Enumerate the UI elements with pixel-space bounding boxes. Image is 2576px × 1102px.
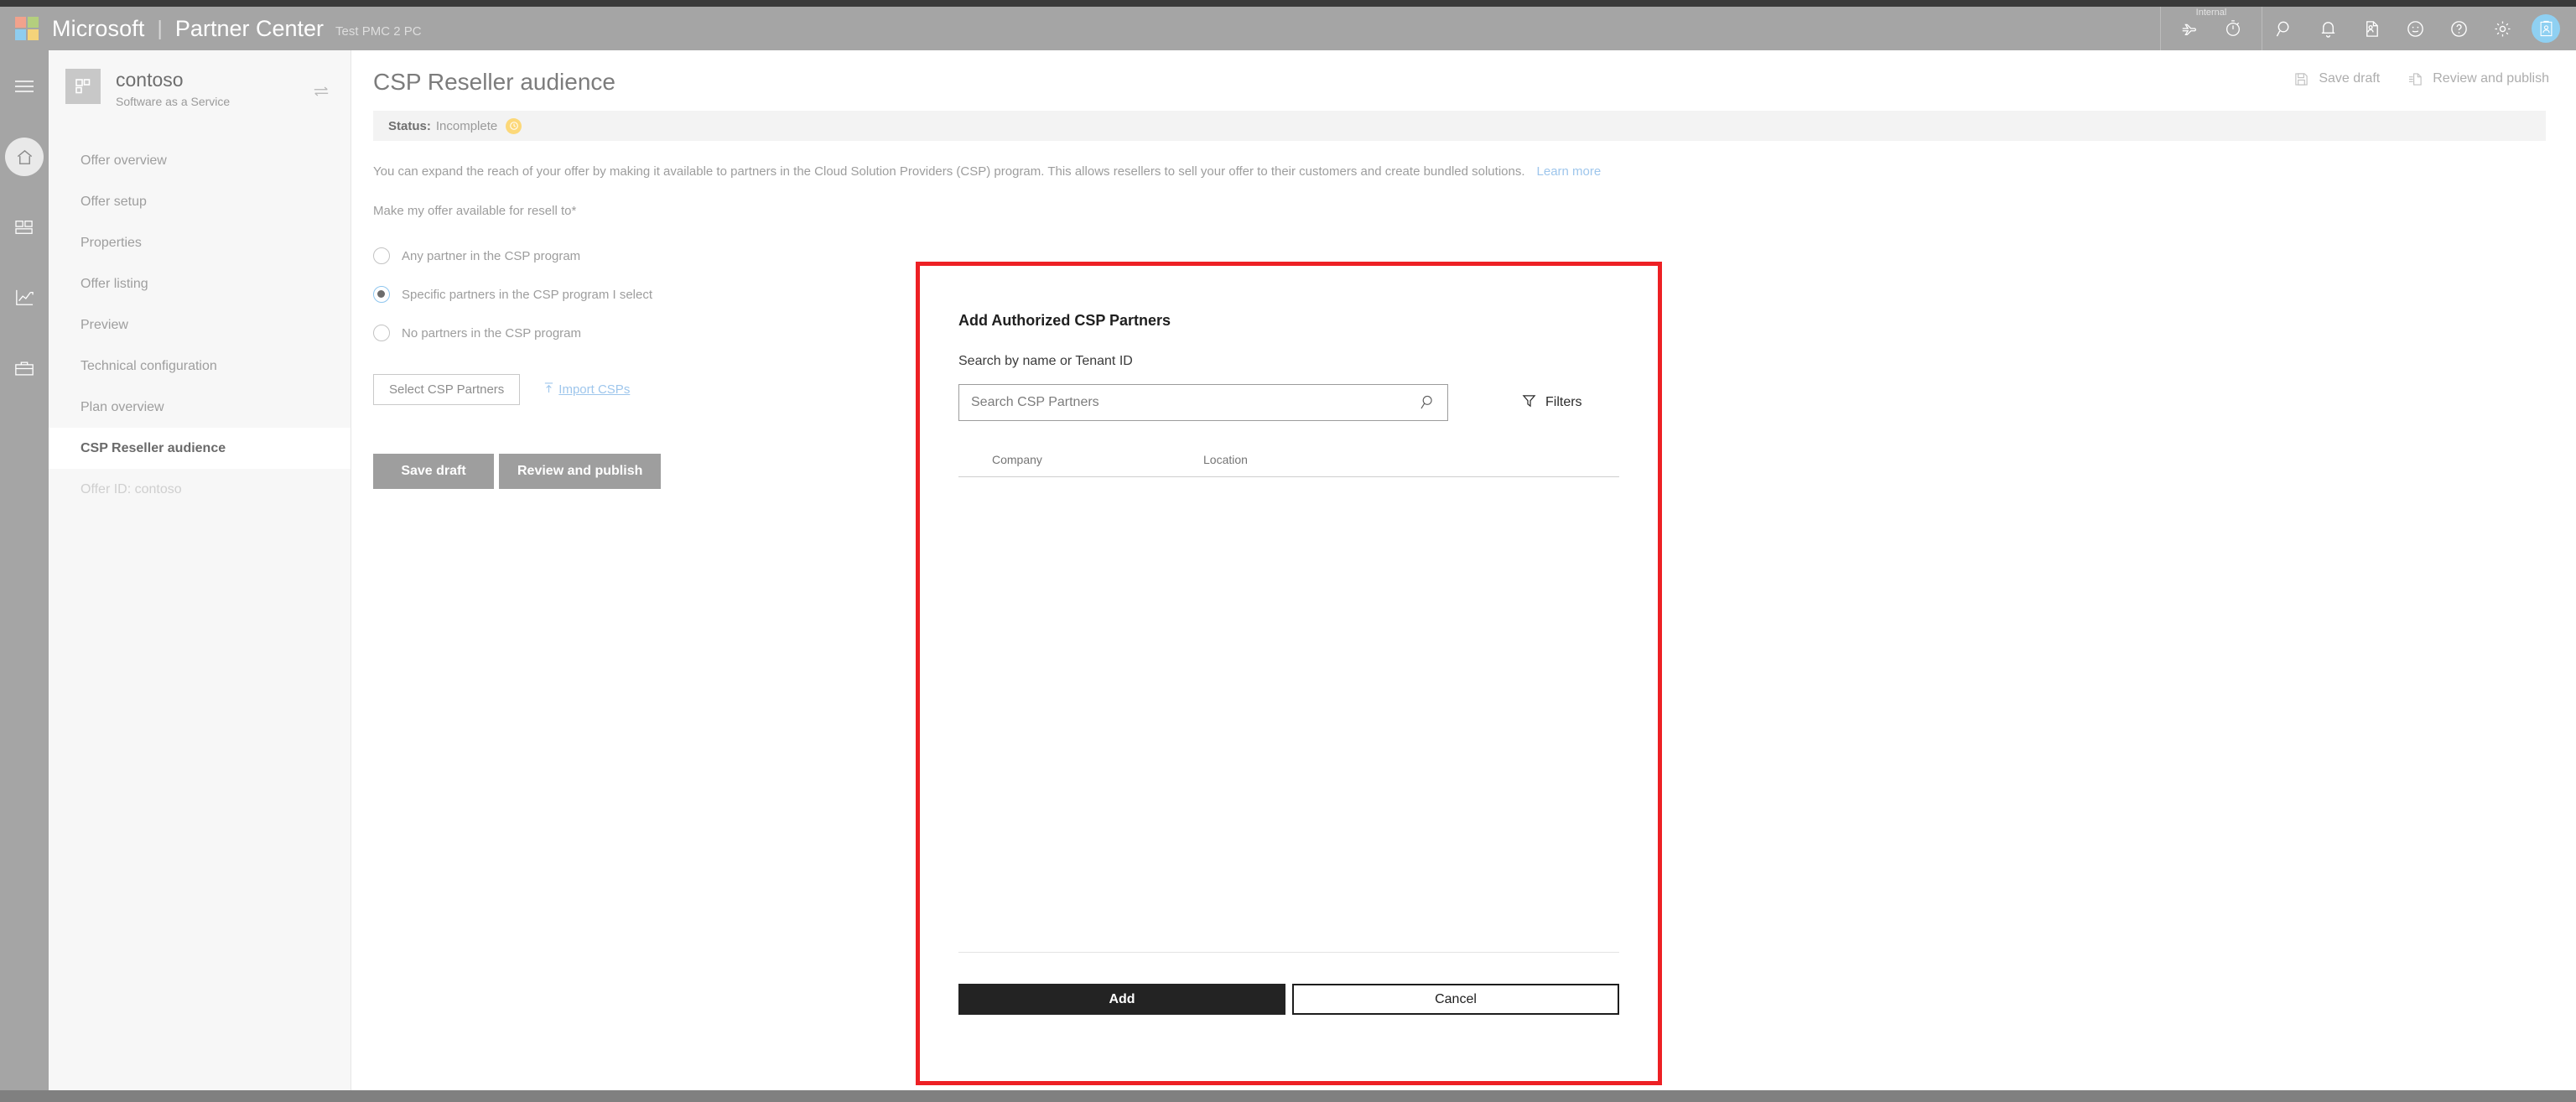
suite-bar: Microsoft | Partner Center Test PMC 2 PC… [0,7,2576,50]
internal-tools-group: Internal [2160,7,2262,50]
offer-type: Software as a Service [116,95,231,109]
save-draft-button[interactable]: Save draft [373,454,494,489]
offer-meta: contoso Software as a Service [116,69,230,108]
clock-icon [506,117,522,134]
intro-text: You can expand the reach of your offer b… [373,164,1525,179]
dialog-title: Add Authorized CSP Partners [958,312,1171,329]
add-csp-partners-dialog: Add Authorized CSP Partners Search by na… [920,266,1658,1081]
search-icon[interactable] [2262,7,2306,50]
radio-any-partner-control[interactable] [373,247,390,264]
select-csp-partners-button[interactable]: Select CSP Partners [373,374,521,405]
page-title: CSP Reseller audience [373,69,615,95]
add-csp-partners-dialog-annotation: Add Authorized CSP Partners Search by na… [916,262,1662,1085]
home-icon [5,138,44,176]
avatar-icon [2532,14,2560,43]
sidebar-item-plan-overview[interactable]: Plan overview [49,387,351,428]
swap-icon[interactable] [313,86,330,101]
save-draft-header-button[interactable]: Save draft [2294,71,2380,86]
page-header-actions: Save draft Review and publish [2294,71,2549,86]
search-box[interactable] [958,384,1448,421]
dashboard-icon[interactable] [0,203,49,252]
sidebar-item-offer-overview[interactable]: Offer overview [49,140,351,181]
environment-label: Test PMC 2 PC [335,23,422,39]
smiley-icon[interactable] [2393,7,2437,50]
briefcase-icon[interactable] [0,344,49,392]
radio-any-partner-label: Any partner in the CSP program [402,248,581,263]
offer-card[interactable]: contoso Software as a Service [49,50,351,125]
offer-name: contoso [116,69,184,91]
review-publish-header-label: Review and publish [2433,71,2549,86]
filters-label: Filters [1545,395,1582,409]
import-csps-label: Import CSPs [558,382,631,397]
browser-chrome-strip [0,0,2576,7]
help-icon[interactable] [2437,7,2480,50]
sidebar-item-preview[interactable]: Preview [49,304,351,346]
gear-icon[interactable] [2480,7,2524,50]
status-label: Status: [388,118,431,133]
sidebar-item-csp-reseller-audience[interactable]: CSP Reseller audience [49,428,351,470]
brand-partner-center[interactable]: Partner Center [175,16,324,42]
import-csps-link[interactable]: Import CSPs [543,382,630,398]
review-and-publish-button[interactable]: Review and publish [499,454,662,489]
sidebar-item-offer-id: Offer ID: contoso [80,481,182,496]
search-row: Filters [958,384,1619,421]
table-bottom-divider [958,952,1619,953]
suite-bar-actions: Internal [2160,7,2576,50]
learn-more-link[interactable]: Learn more [1537,164,1602,179]
filters-button[interactable]: Filters [1522,393,1582,412]
sidebar-item-offer-setup[interactable]: Offer setup [49,181,351,222]
page-header: CSP Reseller audience Save draft Review … [351,50,2576,102]
radio-specific-partners-label: Specific partners in the CSP program I s… [402,287,653,302]
icon-rail [0,50,49,1090]
intro-paragraph: You can expand the reach of your offer b… [373,164,2576,179]
sidebar-item-properties[interactable]: Properties [49,222,351,263]
sidebar-item-offer-listing[interactable]: Offer listing [49,263,351,304]
brand-microsoft: Microsoft [52,15,145,41]
offer-nav-list: Offer overview Offer setup Properties Of… [49,140,351,510]
publish-icon [2408,72,2423,86]
upload-icon [543,382,554,398]
search-field-label: Search by name or Tenant ID [958,354,1133,368]
search-input[interactable] [959,385,1447,420]
sidebar-item-technical-configuration[interactable]: Technical configuration [49,346,351,387]
dialog-footer-buttons: Add Cancel [958,984,1619,1015]
suite-bar-brand[interactable]: Microsoft | Partner Center Test PMC 2 PC [0,7,422,50]
internal-label: Internal [2195,8,2227,18]
resell-audience-label: Make my offer available for resell to* [373,204,577,218]
hamburger-icon[interactable] [0,62,49,111]
review-publish-header-button[interactable]: Review and publish [2408,71,2549,86]
status-badge: Status: Incomplete [373,111,2546,141]
status-value: Incomplete [435,118,498,133]
offer-thumb-icon [65,69,101,104]
partners-table-header: Company Location [958,453,1619,477]
funnel-icon [1522,393,1536,412]
side-navigation: contoso Software as a Service Offer over… [49,50,351,1090]
column-header-location[interactable]: Location [1203,453,1438,466]
window-bottom-bar [0,1090,2576,1102]
avatar[interactable] [2524,7,2568,50]
column-header-company[interactable]: Company [958,453,1203,466]
save-draft-header-label: Save draft [2319,71,2381,86]
radio-no-partners-label: No partners in the CSP program [402,325,581,340]
radio-no-partners-control[interactable] [373,325,390,341]
microsoft-logo-icon [15,17,39,40]
partners-table-body [958,477,1619,952]
cancel-button[interactable]: Cancel [1292,984,1619,1015]
document-person-icon[interactable] [2350,7,2393,50]
brand-separator: | [157,16,163,40]
add-button[interactable]: Add [958,984,1285,1015]
radio-specific-partners-control[interactable] [373,286,390,303]
analytics-icon[interactable] [0,273,49,322]
app-root: Microsoft | Partner Center Test PMC 2 PC… [0,0,2576,1102]
save-icon [2294,72,2309,86]
sidebar-item-home[interactable] [0,133,49,181]
magnifier-icon[interactable] [1420,394,1436,414]
bell-icon[interactable] [2306,7,2350,50]
